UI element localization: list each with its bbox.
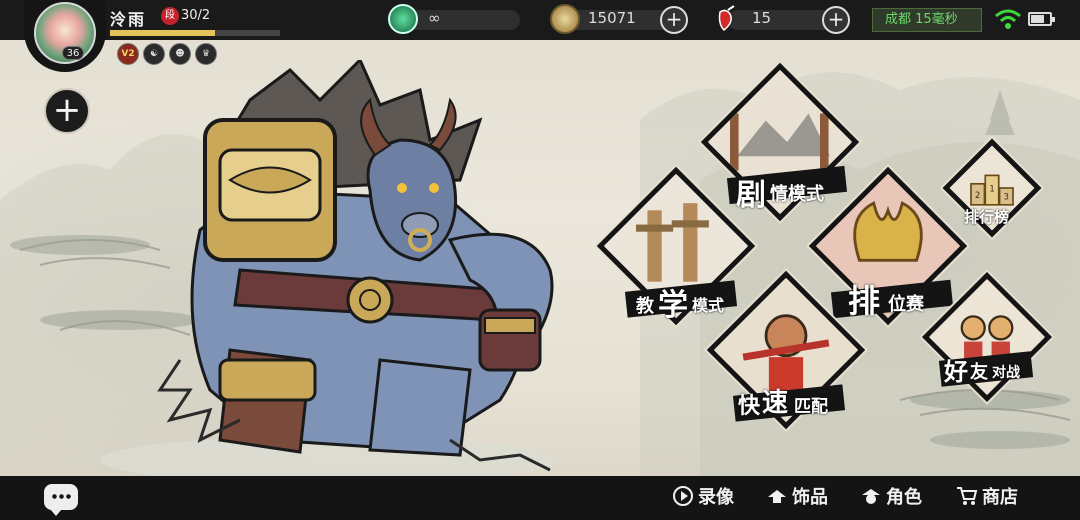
hero-character-art — [157, 60, 554, 472]
nav-shop-label: 商店 — [982, 487, 1018, 508]
hat-icon — [768, 490, 786, 503]
nav-accessories-label: 饰品 — [792, 487, 828, 508]
character-icon — [862, 489, 880, 504]
vip-badge[interactable]: V2 — [117, 43, 139, 65]
chat-bubble-icon — [51, 494, 71, 499]
friends-label-1: 友 — [970, 362, 988, 383]
battery-icon — [1028, 12, 1055, 26]
nav-replay[interactable]: 录像 — [672, 482, 734, 510]
nav-characters[interactable]: 角色 — [860, 482, 922, 510]
friend-battle-button[interactable]: 好 友 对战 — [920, 270, 1054, 404]
quick-label: 匹配 — [794, 397, 828, 417]
player-level: 36 — [62, 46, 84, 60]
wifi-icon — [995, 9, 1021, 29]
friends-label-2: 对战 — [992, 365, 1020, 381]
podium-2: 2 — [975, 190, 980, 200]
coin-value: 15071 — [588, 9, 636, 27]
ranked-label: 位赛 — [888, 294, 924, 315]
exp-text: 30/2 — [181, 8, 211, 23]
game-lobby-screen: 36 泠雨 段 30/2 V2 ☯ ☻ ♛ ∞ 15071 + 15 + 成都 … — [0, 0, 1080, 520]
player-name: 泠雨 — [110, 10, 147, 29]
exp-bar-fill — [110, 30, 216, 36]
quick-label-1: 快 — [738, 393, 761, 419]
pepper-value: 15 — [752, 9, 772, 27]
trophy-badge-icon[interactable]: ♛ — [195, 43, 217, 65]
rank-badge: 段 — [161, 7, 179, 25]
chat-button[interactable] — [44, 484, 78, 516]
tutorial-label-1: 教 — [636, 296, 654, 317]
energy-pill — [404, 10, 520, 30]
energy-icon — [388, 4, 418, 34]
tutorial-label-big: 学 — [658, 288, 688, 323]
nav-replay-label: 录像 — [698, 487, 734, 508]
energy-value: ∞ — [428, 9, 441, 27]
leaderboard-label: 排行榜 — [964, 208, 1010, 226]
add-button[interactable]: + — [44, 88, 90, 134]
add-pepper-button[interactable]: + — [822, 6, 850, 34]
add-coins-button[interactable]: + — [660, 6, 688, 34]
coin-icon — [550, 4, 580, 34]
friends-label-big: 好 — [944, 357, 968, 386]
podium-3: 3 — [1004, 192, 1009, 202]
podium-1: 1 — [989, 183, 994, 193]
shopping-cart-icon — [957, 487, 978, 505]
pepper-icon — [718, 5, 735, 32]
skill-badge-icon[interactable]: ☯ — [143, 43, 165, 65]
leaderboard-button[interactable]: 2 1 3 排行榜 — [940, 136, 1044, 240]
nav-shop[interactable]: 商店 — [956, 482, 1018, 510]
team-badge-icon[interactable]: ☻ — [169, 43, 191, 65]
exp-bar — [110, 30, 280, 36]
quick-match-button[interactable]: 快 速 匹配 — [706, 270, 866, 430]
nav-accessories[interactable]: 饰品 — [766, 482, 828, 510]
player-badges: V2 ☯ ☻ ♛ — [117, 43, 217, 65]
server-location[interactable]: 成都 15毫秒 — [872, 8, 982, 32]
play-circle-icon — [673, 486, 693, 506]
quick-label-2: 速 — [762, 388, 789, 418]
nav-characters-label: 角色 — [886, 487, 922, 508]
battery-fill — [1031, 15, 1044, 23]
